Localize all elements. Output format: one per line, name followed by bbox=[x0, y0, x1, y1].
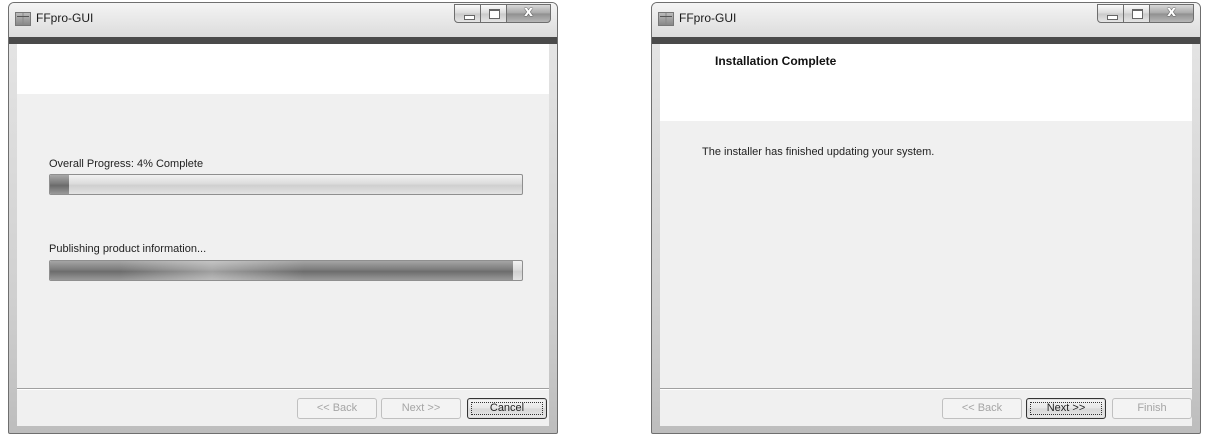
wizard-client-area: Overall Progress: 4% Complete Publishing… bbox=[17, 44, 549, 426]
wizard-header-title: Installation Complete bbox=[715, 54, 837, 68]
close-icon: x bbox=[1166, 4, 1177, 20]
completion-message: The installer has finished updating your… bbox=[702, 146, 935, 158]
minimize-icon bbox=[1107, 15, 1118, 20]
installer-app-icon bbox=[658, 12, 674, 26]
minimize-icon bbox=[464, 15, 475, 20]
window-title: FFpro-GUI bbox=[679, 11, 737, 25]
maximize-button[interactable] bbox=[1123, 4, 1150, 23]
title-divider bbox=[9, 37, 557, 44]
overall-progress-bar bbox=[49, 174, 523, 195]
footer-separator bbox=[17, 388, 549, 390]
maximize-icon bbox=[1132, 9, 1143, 19]
maximize-button[interactable] bbox=[480, 4, 507, 23]
minimize-button[interactable] bbox=[1097, 4, 1124, 23]
close-button[interactable]: x bbox=[1149, 4, 1194, 23]
next-button[interactable]: Next >> bbox=[381, 398, 461, 419]
overall-progress-label: Overall Progress: 4% Complete bbox=[49, 158, 204, 170]
caption-buttons: x bbox=[454, 4, 551, 24]
status-progress-fill bbox=[50, 261, 513, 280]
overall-progress-fill bbox=[50, 175, 69, 194]
minimize-button[interactable] bbox=[454, 4, 481, 23]
title-bar[interactable]: FFpro-GUI x bbox=[9, 3, 557, 37]
close-button[interactable]: x bbox=[506, 4, 551, 23]
finish-button[interactable]: Finish bbox=[1112, 398, 1192, 419]
title-bar[interactable]: FFpro-GUI x bbox=[652, 3, 1200, 37]
next-button[interactable]: Next >> bbox=[1026, 398, 1106, 419]
maximize-icon bbox=[489, 9, 500, 19]
installer-window-progress: FFpro-GUI x Overall Progress: 4% Complet… bbox=[8, 2, 558, 434]
footer-separator bbox=[660, 388, 1192, 390]
wizard-header-panel bbox=[17, 44, 549, 94]
wizard-client-area: Installation Complete The installer has … bbox=[660, 44, 1192, 426]
back-button[interactable]: << Back bbox=[297, 398, 377, 419]
caption-buttons: x bbox=[1097, 4, 1194, 24]
installer-window-complete: FFpro-GUI x Installation Complete The in… bbox=[651, 2, 1201, 434]
cancel-button[interactable]: Cancel bbox=[467, 398, 547, 419]
status-progress-label: Publishing product information... bbox=[49, 243, 207, 255]
title-divider bbox=[652, 37, 1200, 44]
status-progress-bar bbox=[49, 260, 523, 281]
installer-app-icon bbox=[15, 12, 31, 26]
back-button[interactable]: << Back bbox=[942, 398, 1022, 419]
close-icon: x bbox=[523, 4, 534, 20]
window-title: FFpro-GUI bbox=[36, 11, 94, 25]
wizard-header-panel: Installation Complete bbox=[660, 44, 1192, 121]
